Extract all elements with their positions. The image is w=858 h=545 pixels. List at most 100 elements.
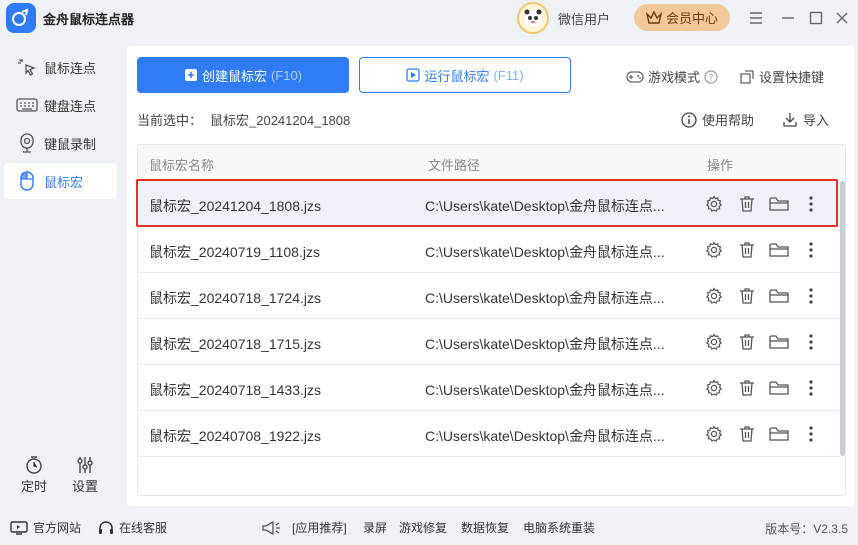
current-selection-label: 当前选中： [137, 113, 203, 128]
gear-icon[interactable] [703, 331, 725, 353]
megaphone-icon [262, 520, 280, 535]
game-mode-toggle[interactable]: 游戏模式 ? [626, 67, 718, 86]
create-macro-label: 创建鼠标宏 [201, 68, 267, 84]
settings-button[interactable]: 设置 [65, 456, 105, 495]
run-macro-shortcut: (F11) [493, 67, 524, 83]
minimize-icon[interactable] [777, 7, 799, 29]
folder-icon[interactable] [768, 423, 790, 445]
sliders-icon [77, 457, 93, 473]
table-row[interactable]: 鼠标宏_20240718_1724.jzs C:\Users\kate\Deskt… [138, 273, 840, 319]
help-link[interactable]: 使用帮助 [681, 110, 754, 129]
import-icon [783, 112, 797, 127]
crown-icon [645, 10, 662, 24]
record-icon [16, 132, 38, 154]
app-logo-icon [6, 3, 36, 33]
trash-icon[interactable] [736, 423, 758, 445]
hotkey-icon [740, 69, 754, 84]
headset-icon [99, 520, 113, 534]
create-macro-shortcut: (F10) [270, 67, 303, 83]
website-link[interactable]: 官方网站 [10, 519, 81, 536]
folder-icon[interactable] [768, 193, 790, 215]
app-link-game-repair[interactable]: 游戏修复 [399, 519, 447, 536]
folder-icon[interactable] [768, 239, 790, 261]
gear-icon[interactable] [703, 423, 725, 445]
sidebar-item-label: 键盘连点 [44, 98, 97, 114]
table-row[interactable]: 鼠标宏_20241204_1808.jzs C:\Users\kate\Deskt… [138, 181, 840, 227]
table-scrollbar[interactable] [839, 181, 845, 456]
sidebar-item-mouse-macro[interactable]: 鼠标宏 [4, 163, 117, 199]
sidebar-item-label: 鼠标连点 [44, 60, 97, 76]
info-icon [681, 111, 697, 128]
help-circle-icon[interactable]: ? [704, 69, 718, 84]
scrollbar-thumb[interactable] [840, 181, 845, 456]
folder-icon[interactable] [768, 377, 790, 399]
game-mode-label: 游戏模式 [648, 70, 701, 85]
create-macro-button[interactable]: 创建鼠标宏 (F10) [137, 57, 349, 93]
recommend-section: [应用推荐] [261, 519, 347, 536]
maximize-icon[interactable] [805, 7, 827, 29]
more-icon[interactable] [800, 377, 822, 399]
menu-icon[interactable] [745, 7, 767, 29]
gear-icon[interactable] [703, 239, 725, 261]
footer: 官方网站 在线客服 [应用推荐] 录屏 游戏修复 数据恢复 电脑系统重装 版本号… [0, 507, 858, 545]
vip-center-label: 会员中心 [665, 11, 718, 26]
gamepad-icon [626, 70, 644, 83]
trash-icon[interactable] [736, 193, 758, 215]
more-icon[interactable] [800, 285, 822, 307]
macro-path: C:\Users\kate\Desktop\金舟鼠标连点... [425, 290, 665, 306]
keyboard-icon [16, 94, 38, 116]
current-selection: 当前选中： 鼠标宏_20241204_1808 [137, 110, 350, 129]
macro-name: 鼠标宏_20240719_1108.jzs [149, 244, 320, 260]
vip-center-button[interactable]: 会员中心 [634, 4, 730, 31]
trash-icon[interactable] [736, 285, 758, 307]
run-macro-button[interactable]: 运行鼠标宏 (F11) [359, 57, 571, 93]
sidebar-item-keyboard-click[interactable]: 键盘连点 [4, 87, 117, 123]
app-link-screen-record[interactable]: 录屏 [363, 519, 387, 536]
gear-icon[interactable] [703, 377, 725, 399]
more-icon[interactable] [800, 193, 822, 215]
click-sparkle-icon [16, 56, 38, 78]
gear-icon[interactable] [703, 193, 725, 215]
table-row[interactable]: 鼠标宏_20240718_1433.jzs C:\Users\kate\Deskt… [138, 365, 840, 411]
monitor-icon [10, 520, 28, 535]
trash-icon[interactable] [736, 239, 758, 261]
macro-name: 鼠标宏_20240718_1724.jzs [149, 290, 322, 306]
macro-path: C:\Users\kate\Desktop\金舟鼠标连点... [425, 244, 665, 260]
header-name: 鼠标宏名称 [149, 158, 215, 173]
more-icon[interactable] [800, 331, 822, 353]
import-button[interactable]: 导入 [782, 110, 829, 129]
folder-icon[interactable] [768, 331, 790, 353]
user-avatar[interactable] [517, 2, 549, 34]
folder-icon[interactable] [768, 285, 790, 307]
trash-icon[interactable] [736, 331, 758, 353]
add-file-icon [184, 69, 197, 81]
close-icon[interactable] [831, 7, 853, 29]
app-link-data-recovery[interactable]: 数据恢复 [461, 519, 509, 536]
sidebar-item-label: 键鼠录制 [44, 136, 97, 152]
user-name[interactable]: 微信用户 [558, 9, 610, 28]
trash-icon[interactable] [736, 377, 758, 399]
more-icon[interactable] [800, 423, 822, 445]
app-link-system-reinstall[interactable]: 电脑系统重装 [523, 519, 595, 536]
current-selection-value: 鼠标宏_20241204_1808 [210, 113, 351, 128]
run-macro-label: 运行鼠标宏 [424, 68, 490, 84]
more-icon[interactable] [800, 239, 822, 261]
sidebar-item-label: 鼠标宏 [44, 174, 84, 190]
main-panel: 创建鼠标宏 (F10) 运行鼠标宏 (F11) 游戏模式 ? 设置快捷键 当前选… [127, 46, 855, 506]
version-label: 版本号：V2.3.5 [765, 522, 848, 536]
macro-name: 鼠标宏_20240708_1922.jzs [149, 428, 322, 444]
set-hotkey-button[interactable]: 设置快捷键 [739, 67, 824, 86]
sidebar-item-record[interactable]: 键鼠录制 [4, 125, 117, 161]
table-row[interactable]: 鼠标宏_20240718_1715.jzs C:\Users\kate\Deskt… [138, 319, 840, 365]
table-row[interactable]: 鼠标宏_20240719_1108.jzs C:\Users\kate\Deskt… [138, 227, 840, 273]
app-title: 金舟鼠标连点器 [43, 12, 135, 27]
table-row[interactable]: 鼠标宏_20240708_1922.jzs C:\Users\kate\Deskt… [138, 411, 840, 457]
sidebar-item-mouse-click[interactable]: 鼠标连点 [4, 49, 117, 85]
macro-name: 鼠标宏_20240718_1715.jzs [149, 336, 322, 352]
macro-path: C:\Users\kate\Desktop\金舟鼠标连点... [425, 336, 665, 352]
header-ops: 操作 [707, 158, 734, 173]
support-link[interactable]: 在线客服 [98, 519, 167, 536]
timer-button[interactable]: 定时 [14, 456, 54, 495]
support-label: 在线客服 [119, 521, 168, 535]
gear-icon[interactable] [703, 285, 725, 307]
